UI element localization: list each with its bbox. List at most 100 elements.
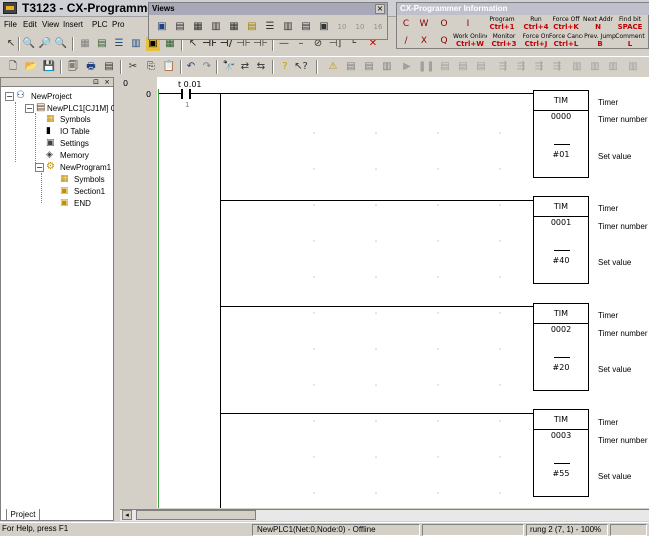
timer-number: 0003 [550,431,572,440]
tab-project[interactable]: Project [6,509,40,521]
view-table-icon[interactable]: ▥ [281,20,295,34]
horizontal-scrollbar[interactable]: ◂ [120,509,649,521]
zoom-out-icon[interactable]: 🔍 [54,37,68,51]
sim-icon[interactable]: ▤ [456,60,470,74]
close-icon[interactable]: × [104,78,110,86]
undo-icon[interactable]: ↶ [184,60,198,74]
grid-icon[interactable]: ▦ [78,37,92,51]
coil-symbol-q: Q [437,33,451,49]
tree-item-end[interactable]: END [74,199,91,208]
sim-icon-10[interactable]: ▥ [626,60,640,74]
help-icon[interactable]: ? [278,60,292,74]
tree-item-project[interactable]: NewProject [31,92,72,101]
collapse-toggle[interactable]: − [25,104,34,113]
table-icon[interactable]: ▥ [129,37,143,51]
tree-item-plc[interactable]: NewPLC1[CJ1M] O [47,104,117,113]
tree-item-settings[interactable]: Settings [60,139,89,148]
collapse-toggle[interactable]: − [5,92,14,101]
operand-label: Timer [598,418,619,427]
tree-item-memory[interactable]: Memory [60,151,89,160]
online-edit-icon[interactable]: ▥ [380,60,394,74]
menu-view[interactable]: View [42,20,59,29]
toolbar-arrow-icon[interactable]: ↖ [4,37,18,51]
pin-icon[interactable]: ⊡ [93,78,99,86]
menu-edit[interactable]: Edit [23,20,37,29]
vertical-branch-wire [220,93,221,508]
section-icon: ▣ [60,198,69,208]
view-project-icon[interactable]: ▣ [155,20,169,34]
context-help-icon[interactable]: ↖? [294,60,308,74]
tree-item-section1[interactable]: Section1 [74,187,105,196]
separator [18,37,20,51]
collapse-toggle[interactable]: − [35,163,44,172]
sim-icon-5[interactable]: ⇶ [532,60,546,74]
view-address-icon[interactable]: ▥ [209,20,223,34]
sim-icon-7[interactable]: ▥ [570,60,584,74]
find-icon[interactable]: 🔭 [222,60,236,74]
compile-icon[interactable]: ▤ [344,60,358,74]
copy-icon[interactable]: ⎘ [144,60,158,74]
list-icon[interactable]: ☰ [112,37,126,51]
tree-item-io-table[interactable]: IO Table [60,127,90,136]
tree-item-symbols[interactable]: Symbols [60,115,91,124]
menu-insert[interactable]: Insert [63,20,83,29]
view-watch-icon[interactable]: ▦ [191,20,205,34]
close-icon[interactable]: × [375,4,385,14]
preview-icon[interactable]: ▤ [102,60,116,74]
view-memory-icon[interactable]: ▤ [299,20,313,34]
view-10b-icon[interactable]: 10 [353,20,367,34]
replace-icon[interactable]: ⇄ [238,60,252,74]
redo-icon[interactable]: ↷ [200,60,214,74]
view-16-icon[interactable]: 16 [371,20,385,34]
comment-icon[interactable]: ▤ [95,37,109,51]
zoom-icon[interactable]: 🔍 [22,37,36,51]
timer-set-value: #20 [552,363,570,372]
tree-item-program-symbols[interactable]: Symbols [74,175,105,184]
print-preview-icon[interactable]: 🗐 [66,60,80,74]
compile-all-icon[interactable]: ▤ [362,60,376,74]
scroll-left-icon[interactable]: ◂ [122,510,132,520]
new-file-icon[interactable]: 🗋 [6,60,20,74]
save-icon[interactable]: 💾 [42,60,56,74]
timer-instruction: TIM [534,304,588,324]
view-symbols-icon[interactable]: ▤ [245,20,259,34]
sim-icon-6[interactable]: ⇶ [550,60,564,74]
timer-block[interactable]: TIM 0002 #20 [533,303,589,391]
contact-symbol-c: C [399,16,413,32]
view-list-icon[interactable]: ☰ [263,20,277,34]
sim-icon-9[interactable]: ▥ [606,60,620,74]
tree-item-program[interactable]: NewProgram1 ( [60,163,116,172]
sim-icon-4[interactable]: ⇶ [514,60,528,74]
contact-address[interactable]: t 0.01 [178,80,202,89]
timer-block[interactable]: TIM 0003 #55 [533,409,589,497]
pause-icon[interactable]: ❚❚ [418,60,432,74]
sim-icon-2[interactable]: ▤ [474,60,488,74]
shortcut-program: Program Ctrl+1 [485,16,519,32]
view-10-icon[interactable]: 10 [335,20,349,34]
scroll-thumb[interactable] [136,510,256,520]
timer-block[interactable]: TIM 0000 #01 [533,90,589,178]
timer-block[interactable]: TIM 0001 #40 [533,196,589,284]
instruction-symbol-i: I [461,16,475,32]
cross-reference-icon[interactable]: ⇆ [254,60,268,74]
view-grid-icon[interactable]: ▦ [227,20,241,34]
sim-icon-8[interactable]: ▥ [588,60,602,74]
play-icon[interactable]: ▶ [400,60,414,74]
cut-icon[interactable]: ✂ [126,60,140,74]
menu-plc[interactable]: PLC [92,20,108,29]
menu-file[interactable]: File [4,20,17,29]
warning-icon[interactable]: ⚠ [326,60,340,74]
rung-number-column: 0 0 [120,77,157,508]
sim-step-icon[interactable]: ▤ [438,60,452,74]
view-section-icon[interactable]: ▣ [317,20,331,34]
contact-symbol-x: X [417,33,431,49]
open-folder-icon[interactable]: 📂 [24,60,38,74]
paste-icon[interactable]: 📋 [162,60,176,74]
view-output-icon[interactable]: ▤ [173,20,187,34]
sim-icon-3[interactable]: ⇶ [496,60,510,74]
standard-toolbar: 🗋 📂 💾 🗐 🖶 ▤ ✂ ⎘ 📋 ↶ ↷ 🔭 ⇄ ⇆ ? ↖? ⚠ ▤ ▤ ▥… [0,56,649,76]
menu-program[interactable]: Pro [112,20,124,29]
zoom-in-icon[interactable]: 🔎 [38,37,52,51]
print-icon[interactable]: 🖶 [84,60,98,74]
timer-set-value: #55 [552,469,570,478]
